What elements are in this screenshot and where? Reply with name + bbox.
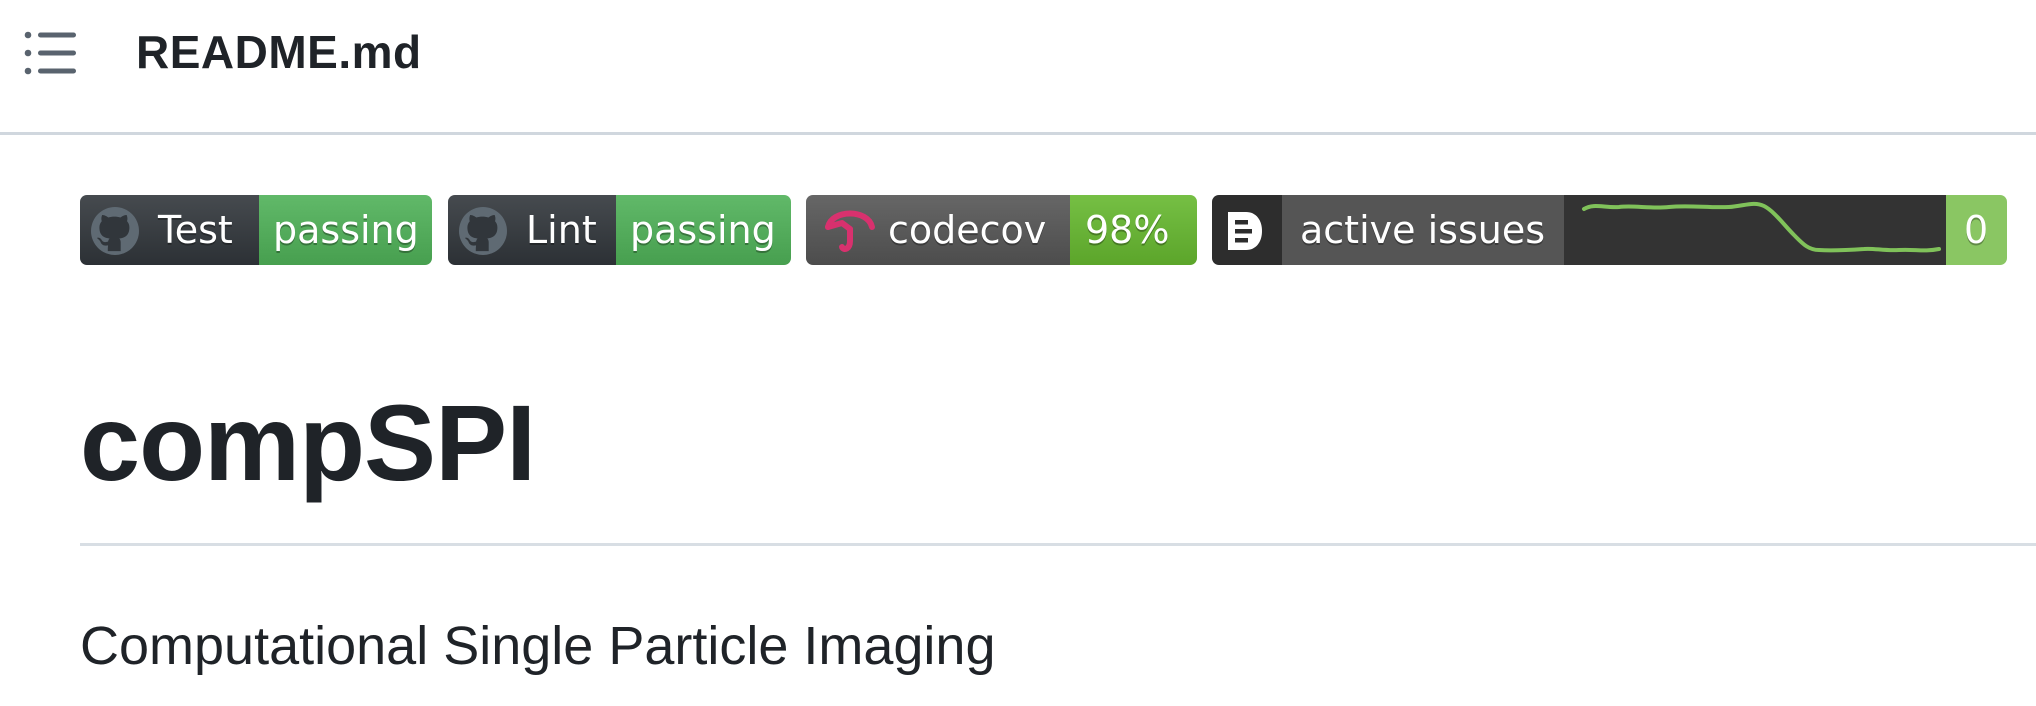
badge-status: 98% [1085, 208, 1170, 252]
badge-status-segment: passing [259, 195, 432, 265]
badge-sparkline-segment [1564, 195, 1946, 265]
github-icon [91, 207, 139, 255]
codecov-umbrella-icon [825, 210, 875, 252]
file-header: README.md [0, 0, 2036, 135]
badge-label-segment: active issues [1282, 195, 1564, 265]
badge-label: active issues [1300, 208, 1545, 252]
badge-label: codecov [888, 208, 1047, 252]
readme-subtitle: Computational Single Particle Imaging [80, 616, 996, 676]
badge-label-segment: Test [80, 195, 259, 265]
issues-trend-sparkline [1582, 201, 1941, 253]
lint-workflow-badge[interactable]: Lint passing [448, 195, 791, 265]
test-workflow-badge[interactable]: Test passing [80, 195, 432, 265]
file-title: README.md [136, 26, 422, 78]
table-of-contents-button[interactable] [24, 30, 78, 76]
badge-label-segment: codecov [806, 195, 1070, 265]
badge-status: passing [273, 208, 419, 252]
codecov-coverage-badge[interactable]: codecov 98% [806, 195, 1197, 265]
badge-status: passing [630, 208, 776, 252]
heading-divider [80, 543, 2036, 546]
badge-status-segment: 98% [1070, 195, 1197, 265]
badge-label: Test [158, 208, 233, 252]
badge-label: Lint [526, 208, 597, 252]
list-unordered-icon [24, 31, 76, 75]
badge-status: 0 [1964, 208, 1989, 252]
badge-status-segment: 0 [1946, 195, 2007, 265]
badge-label-segment: Lint [448, 195, 616, 265]
github-icon [459, 207, 507, 255]
badge-icon-segment [1212, 195, 1282, 265]
badge-status-segment: passing [616, 195, 791, 265]
page-title: compSPI [80, 382, 536, 503]
active-issues-badge[interactable]: active issues 0 [1212, 195, 2007, 265]
deepsource-icon [1228, 212, 1262, 250]
